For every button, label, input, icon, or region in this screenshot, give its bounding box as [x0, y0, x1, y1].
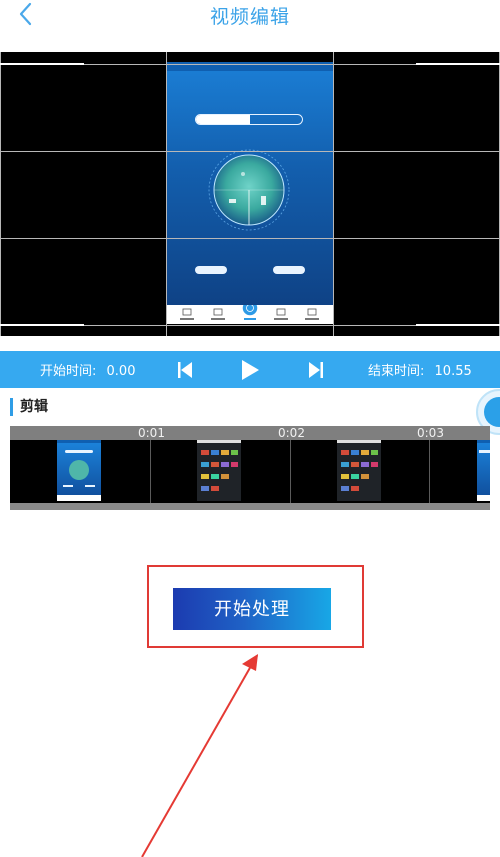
timeline-tick: 0:01 [138, 426, 165, 440]
timeline-tick: 0:02 [278, 426, 305, 440]
thumbnail-divider [150, 440, 151, 503]
frame-pill-right [273, 266, 305, 274]
crop-handle-top[interactable] [0, 63, 84, 65]
start-processing-button[interactable]: 开始处理 [173, 588, 331, 630]
start-time: 开始时间: 0.00 [40, 360, 135, 379]
crop-grid-line [166, 52, 167, 336]
video-thumbnail [197, 440, 241, 501]
frame-pill-left [195, 266, 227, 274]
end-time-value: 10.55 [434, 364, 472, 379]
next-button[interactable] [304, 358, 328, 382]
thumbnail-divider [290, 440, 291, 503]
play-icon [242, 360, 259, 380]
crop-grid-line [333, 52, 334, 336]
start-time-value: 0.00 [106, 364, 136, 379]
playback-control-bar: 开始时间: 0.00 结束时间: 10.55 [0, 351, 500, 388]
timeline-tick: 0:03 [417, 426, 444, 440]
crop-handle-bottom[interactable] [0, 324, 84, 326]
video-thumbnail [57, 440, 101, 501]
crop-grid-line [0, 238, 500, 239]
frame-bottom-nav [167, 299, 333, 324]
video-thumbnail [337, 440, 381, 501]
end-time-label: 结束时间: [368, 364, 425, 379]
end-time: 结束时间: 10.55 [368, 360, 472, 379]
crop-handle-top-right[interactable] [416, 63, 500, 65]
page-title: 视频编辑 [209, 6, 290, 28]
skip-next-icon [309, 362, 323, 378]
video-frame-content [167, 62, 333, 324]
frame-circle-graphic [208, 149, 290, 231]
highlight-box: 开始处理 [147, 565, 364, 648]
video-preview[interactable] [0, 52, 500, 336]
start-time-label: 开始时间: [40, 364, 97, 379]
section-title: 剪辑 [10, 398, 48, 416]
play-button[interactable] [238, 358, 262, 382]
crop-handle-bottom-right[interactable] [416, 324, 500, 326]
previous-button[interactable] [173, 358, 197, 382]
timeline-scrollbar[interactable] [10, 503, 490, 510]
video-thumbnail [477, 440, 490, 501]
skip-previous-icon [178, 362, 192, 378]
floating-button-icon [484, 397, 500, 427]
timeline-strip[interactable]: 0:01 0:02 0:03 [10, 426, 490, 510]
crop-grid-line [0, 151, 500, 152]
crop-grid-line [0, 52, 1, 336]
thumbnail-divider [429, 440, 430, 503]
app-header: 视频编辑 [0, 0, 500, 52]
